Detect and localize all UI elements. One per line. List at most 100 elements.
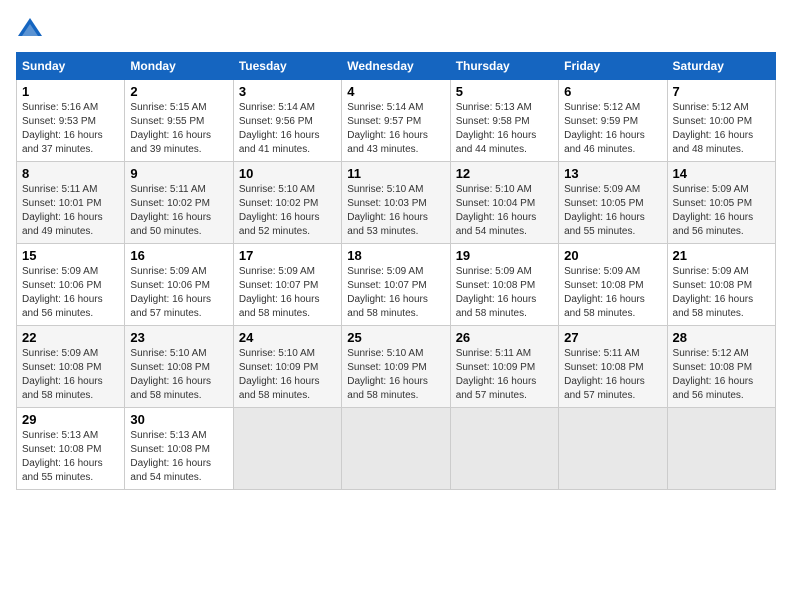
column-header-friday: Friday: [559, 53, 667, 80]
calendar-cell: 10 Sunrise: 5:10 AMSunset: 10:02 PMDaylig…: [233, 162, 341, 244]
day-detail: Sunrise: 5:09 AMSunset: 10:08 PMDaylight…: [456, 265, 553, 321]
day-detail: Sunrise: 5:12 AMSunset: 9:59 PMDaylight:…: [564, 101, 661, 157]
day-number: 7: [673, 84, 770, 99]
day-detail: Sunrise: 5:13 AMSunset: 9:58 PMDaylight:…: [456, 101, 553, 157]
calendar-cell: 23 Sunrise: 5:10 AMSunset: 10:08 PMDaylig…: [125, 326, 233, 408]
day-detail: Sunrise: 5:09 AMSunset: 10:08 PMDaylight…: [673, 265, 770, 321]
day-number: 21: [673, 248, 770, 263]
calendar-cell: 3Sunrise: 5:14 AMSunset: 9:56 PMDaylight…: [233, 80, 341, 162]
day-detail: Sunrise: 5:09 AMSunset: 10:06 PMDaylight…: [130, 265, 227, 321]
day-detail: Sunrise: 5:14 AMSunset: 9:57 PMDaylight:…: [347, 101, 444, 157]
calendar-cell: [667, 408, 775, 490]
day-number: 22: [22, 330, 119, 345]
day-detail: Sunrise: 5:10 AMSunset: 10:09 PMDaylight…: [239, 347, 336, 403]
calendar-cell: 17 Sunrise: 5:09 AMSunset: 10:07 PMDaylig…: [233, 244, 341, 326]
day-number: 12: [456, 166, 553, 181]
day-detail: Sunrise: 5:11 AMSunset: 10:09 PMDaylight…: [456, 347, 553, 403]
calendar-table: SundayMondayTuesdayWednesdayThursdayFrid…: [16, 52, 776, 490]
week-row-1: 1 Sunrise: 5:16 AMSunset: 9:53 PMDaylight…: [17, 80, 776, 162]
day-number: 25: [347, 330, 444, 345]
column-header-saturday: Saturday: [667, 53, 775, 80]
day-number: 14: [673, 166, 770, 181]
day-number: 16: [130, 248, 227, 263]
week-row-4: 22 Sunrise: 5:09 AMSunset: 10:08 PMDaylig…: [17, 326, 776, 408]
calendar-cell: 22 Sunrise: 5:09 AMSunset: 10:08 PMDaylig…: [17, 326, 125, 408]
day-number: 30: [130, 412, 227, 427]
day-number: 5: [456, 84, 553, 99]
calendar-cell: 14 Sunrise: 5:09 AMSunset: 10:05 PMDaylig…: [667, 162, 775, 244]
day-number: 27: [564, 330, 661, 345]
calendar-cell: 9Sunrise: 5:11 AMSunset: 10:02 PMDayligh…: [125, 162, 233, 244]
day-detail: Sunrise: 5:16 AMSunset: 9:53 PMDaylight:…: [22, 101, 119, 157]
day-detail: Sunrise: 5:14 AMSunset: 9:56 PMDaylight:…: [239, 101, 336, 157]
day-detail: Sunrise: 5:10 AMSunset: 10:02 PMDaylight…: [239, 183, 336, 239]
day-detail: Sunrise: 5:11 AMSunset: 10:01 PMDaylight…: [22, 183, 119, 239]
calendar-cell: 25 Sunrise: 5:10 AMSunset: 10:09 PMDaylig…: [342, 326, 450, 408]
calendar-cell: 30 Sunrise: 5:13 AMSunset: 10:08 PMDaylig…: [125, 408, 233, 490]
day-number: 15: [22, 248, 119, 263]
logo: [16, 16, 48, 44]
day-detail: Sunrise: 5:15 AMSunset: 9:55 PMDaylight:…: [130, 101, 227, 157]
day-number: 23: [130, 330, 227, 345]
calendar-cell: 1 Sunrise: 5:16 AMSunset: 9:53 PMDaylight…: [17, 80, 125, 162]
day-number: 9: [130, 166, 227, 181]
day-number: 28: [673, 330, 770, 345]
calendar-cell: 12 Sunrise: 5:10 AMSunset: 10:04 PMDaylig…: [450, 162, 558, 244]
day-number: 4: [347, 84, 444, 99]
page-header: [16, 16, 776, 44]
calendar-cell: 20Sunrise: 5:09 AMSunset: 10:08 PMDaylig…: [559, 244, 667, 326]
week-row-2: 8 Sunrise: 5:11 AMSunset: 10:01 PMDayligh…: [17, 162, 776, 244]
calendar-cell: 18 Sunrise: 5:09 AMSunset: 10:07 PMDaylig…: [342, 244, 450, 326]
logo-icon: [16, 16, 44, 44]
calendar-cell: 11Sunrise: 5:10 AMSunset: 10:03 PMDaylig…: [342, 162, 450, 244]
column-header-tuesday: Tuesday: [233, 53, 341, 80]
calendar-cell: 8 Sunrise: 5:11 AMSunset: 10:01 PMDayligh…: [17, 162, 125, 244]
calendar-cell: 5 Sunrise: 5:13 AMSunset: 9:58 PMDaylight…: [450, 80, 558, 162]
day-detail: Sunrise: 5:09 AMSunset: 10:06 PMDaylight…: [22, 265, 119, 321]
day-number: 24: [239, 330, 336, 345]
day-detail: Sunrise: 5:09 AMSunset: 10:07 PMDaylight…: [347, 265, 444, 321]
column-header-sunday: Sunday: [17, 53, 125, 80]
calendar-cell: 26Sunrise: 5:11 AMSunset: 10:09 PMDaylig…: [450, 326, 558, 408]
day-detail: Sunrise: 5:12 AMSunset: 10:00 PMDaylight…: [673, 101, 770, 157]
calendar-cell: [450, 408, 558, 490]
calendar-cell: 21 Sunrise: 5:09 AMSunset: 10:08 PMDaylig…: [667, 244, 775, 326]
day-detail: Sunrise: 5:10 AMSunset: 10:04 PMDaylight…: [456, 183, 553, 239]
day-number: 20: [564, 248, 661, 263]
day-number: 17: [239, 248, 336, 263]
day-number: 13: [564, 166, 661, 181]
day-detail: Sunrise: 5:09 AMSunset: 10:07 PMDaylight…: [239, 265, 336, 321]
day-detail: Sunrise: 5:13 AMSunset: 10:08 PMDaylight…: [130, 429, 227, 485]
calendar-cell: [233, 408, 341, 490]
day-detail: Sunrise: 5:10 AMSunset: 10:09 PMDaylight…: [347, 347, 444, 403]
day-detail: Sunrise: 5:09 AMSunset: 10:05 PMDaylight…: [673, 183, 770, 239]
day-number: 10: [239, 166, 336, 181]
week-row-3: 15 Sunrise: 5:09 AMSunset: 10:06 PMDaylig…: [17, 244, 776, 326]
day-number: 8: [22, 166, 119, 181]
day-number: 11: [347, 166, 444, 181]
calendar-cell: 13 Sunrise: 5:09 AMSunset: 10:05 PMDaylig…: [559, 162, 667, 244]
calendar-cell: 2Sunrise: 5:15 AMSunset: 9:55 PMDaylight…: [125, 80, 233, 162]
calendar-cell: 27 Sunrise: 5:11 AMSunset: 10:08 PMDaylig…: [559, 326, 667, 408]
column-header-monday: Monday: [125, 53, 233, 80]
calendar-cell: 6Sunrise: 5:12 AMSunset: 9:59 PMDaylight…: [559, 80, 667, 162]
column-header-wednesday: Wednesday: [342, 53, 450, 80]
day-number: 18: [347, 248, 444, 263]
day-detail: Sunrise: 5:12 AMSunset: 10:08 PMDaylight…: [673, 347, 770, 403]
calendar-cell: 15 Sunrise: 5:09 AMSunset: 10:06 PMDaylig…: [17, 244, 125, 326]
calendar-cell: 28 Sunrise: 5:12 AMSunset: 10:08 PMDaylig…: [667, 326, 775, 408]
calendar-cell: 4 Sunrise: 5:14 AMSunset: 9:57 PMDaylight…: [342, 80, 450, 162]
calendar-cell: [559, 408, 667, 490]
day-detail: Sunrise: 5:11 AMSunset: 10:08 PMDaylight…: [564, 347, 661, 403]
calendar-cell: 19Sunrise: 5:09 AMSunset: 10:08 PMDaylig…: [450, 244, 558, 326]
header-row: SundayMondayTuesdayWednesdayThursdayFrid…: [17, 53, 776, 80]
calendar-cell: 29Sunrise: 5:13 AMSunset: 10:08 PMDaylig…: [17, 408, 125, 490]
week-row-5: 29Sunrise: 5:13 AMSunset: 10:08 PMDaylig…: [17, 408, 776, 490]
day-number: 1: [22, 84, 119, 99]
calendar-cell: 7 Sunrise: 5:12 AMSunset: 10:00 PMDayligh…: [667, 80, 775, 162]
day-detail: Sunrise: 5:09 AMSunset: 10:05 PMDaylight…: [564, 183, 661, 239]
day-detail: Sunrise: 5:09 AMSunset: 10:08 PMDaylight…: [22, 347, 119, 403]
day-detail: Sunrise: 5:10 AMSunset: 10:08 PMDaylight…: [130, 347, 227, 403]
column-header-thursday: Thursday: [450, 53, 558, 80]
calendar-cell: 24 Sunrise: 5:10 AMSunset: 10:09 PMDaylig…: [233, 326, 341, 408]
